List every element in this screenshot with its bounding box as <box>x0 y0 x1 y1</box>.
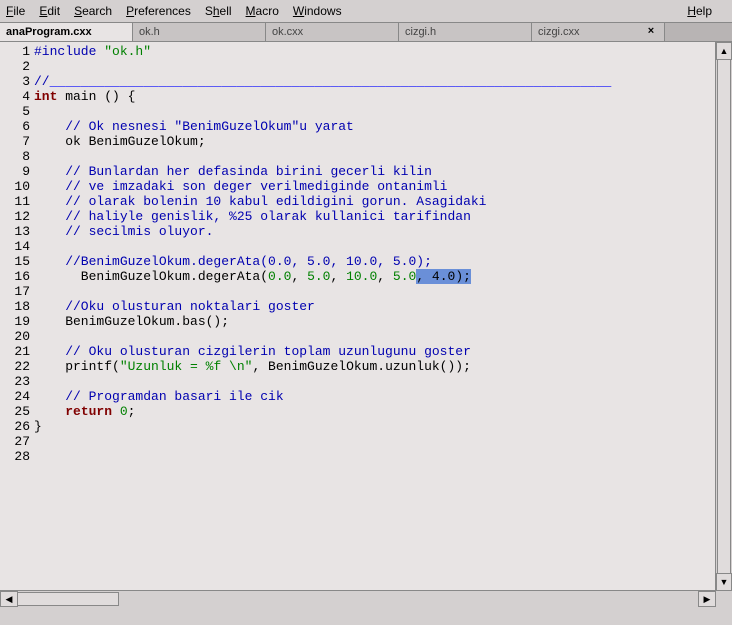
menu-shell[interactable]: Shell <box>205 4 232 18</box>
line-number: 1 <box>0 44 34 59</box>
line-number: 21 <box>0 344 34 359</box>
line-number: 24 <box>0 389 34 404</box>
line-number: 28 <box>0 449 34 464</box>
text-selection: , 4.0); <box>416 269 471 284</box>
tab-ok-cxx[interactable]: ok.cxx <box>266 23 399 41</box>
line-number: 12 <box>0 209 34 224</box>
code-editor[interactable]: 1234567891011121314151617181920212223242… <box>0 42 716 591</box>
line-number: 6 <box>0 119 34 134</box>
menu-macro[interactable]: Macro <box>246 4 279 18</box>
tab-bar: anaProgram.cxx ok.h ok.cxx cizgi.h cizgi… <box>0 23 732 42</box>
line-number: 27 <box>0 434 34 449</box>
line-number: 18 <box>0 299 34 314</box>
tab-cizgi-h[interactable]: cizgi.h <box>399 23 532 41</box>
vscroll-thumb[interactable] <box>717 59 731 576</box>
vscroll-track[interactable] <box>716 59 732 574</box>
code-content[interactable]: #include "ok.h" //______________________… <box>34 42 716 591</box>
menu-help[interactable]: Help <box>687 4 712 18</box>
line-number: 3 <box>0 74 34 89</box>
tab-anaprogram[interactable]: anaProgram.cxx <box>0 23 133 41</box>
line-gutter: 1234567891011121314151617181920212223242… <box>0 42 34 591</box>
line-number: 17 <box>0 284 34 299</box>
menu-file[interactable]: File <box>6 4 25 18</box>
hscroll-thumb[interactable] <box>17 592 119 606</box>
tab-cizgi-cxx[interactable]: cizgi.cxx × <box>532 23 665 41</box>
close-icon[interactable]: × <box>644 25 658 39</box>
scroll-left-icon[interactable]: ◀ <box>0 591 18 607</box>
line-number: 5 <box>0 104 34 119</box>
vertical-scrollbar[interactable]: ▲ ▼ <box>715 42 732 591</box>
line-number: 4 <box>0 89 34 104</box>
menu-search[interactable]: Search <box>74 4 112 18</box>
line-number: 7 <box>0 134 34 149</box>
menu-bar: File Edit Search Preferences Shell Macro… <box>0 0 732 23</box>
line-number: 10 <box>0 179 34 194</box>
line-number: 16 <box>0 269 34 284</box>
line-number: 26 <box>0 419 34 434</box>
line-number: 8 <box>0 149 34 164</box>
line-number: 9 <box>0 164 34 179</box>
menu-edit[interactable]: Edit <box>39 4 60 18</box>
line-number: 25 <box>0 404 34 419</box>
line-number: 23 <box>0 374 34 389</box>
line-number: 11 <box>0 194 34 209</box>
horizontal-scrollbar[interactable]: ◀ ▶ <box>0 590 716 607</box>
line-number: 19 <box>0 314 34 329</box>
scroll-up-icon[interactable]: ▲ <box>716 42 732 60</box>
scroll-right-icon[interactable]: ▶ <box>698 591 716 607</box>
line-number: 13 <box>0 224 34 239</box>
line-number: 15 <box>0 254 34 269</box>
menu-preferences[interactable]: Preferences <box>126 4 191 18</box>
scroll-corner <box>715 590 732 607</box>
editor-area: 1234567891011121314151617181920212223242… <box>0 42 732 607</box>
line-number: 22 <box>0 359 34 374</box>
line-number: 2 <box>0 59 34 74</box>
tab-ok-h[interactable]: ok.h <box>133 23 266 41</box>
menu-windows[interactable]: Windows <box>293 4 342 18</box>
scroll-down-icon[interactable]: ▼ <box>716 573 732 591</box>
line-number: 20 <box>0 329 34 344</box>
line-number: 14 <box>0 239 34 254</box>
